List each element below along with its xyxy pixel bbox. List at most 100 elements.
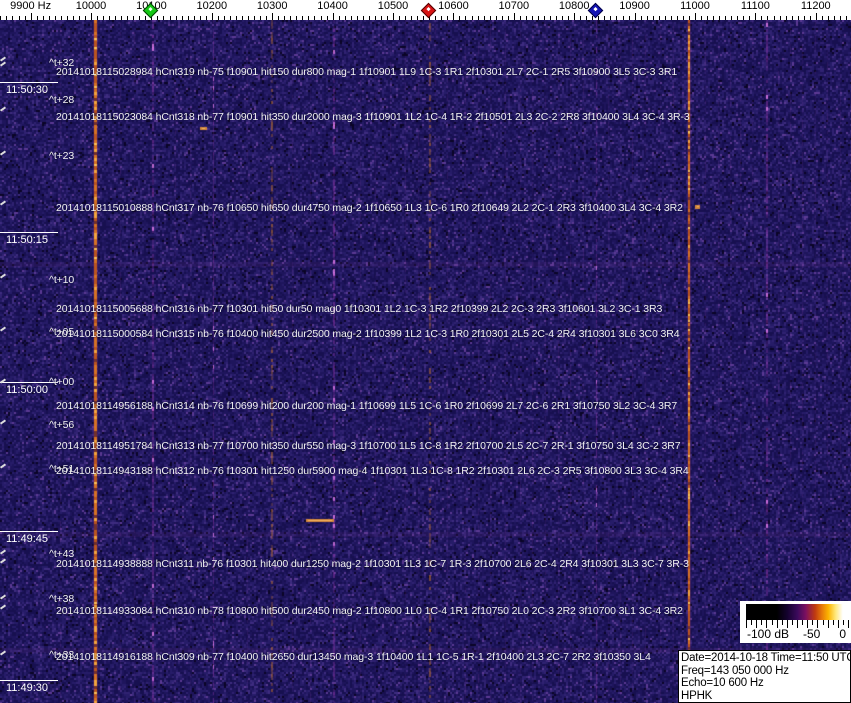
axis-tick [786, 16, 787, 20]
axis-tick [115, 16, 116, 20]
axis-tick [484, 16, 485, 20]
axis-tick [635, 13, 636, 20]
axis-tick [562, 16, 563, 20]
event-time-marker: ^t+10 [49, 274, 75, 286]
scale-label-max: 0 [839, 627, 846, 641]
axis-tick [840, 16, 841, 20]
axis-tick [170, 16, 171, 20]
axis-tick [780, 16, 781, 20]
axis-tick [73, 16, 74, 20]
axis-tick [375, 16, 376, 20]
axis-tick [12, 16, 13, 20]
axis-tick [49, 16, 50, 20]
axis-tick [176, 16, 177, 20]
axis-tick [568, 16, 569, 20]
axis-tick [351, 16, 352, 20]
axis-tick [31, 13, 32, 20]
axis-tick [387, 16, 388, 20]
axis-tick [514, 13, 515, 20]
scale-tick [822, 620, 824, 625]
axis-tick [774, 16, 775, 20]
axis-tick [369, 16, 370, 20]
axis-tick [37, 16, 38, 20]
axis-tick [224, 16, 225, 20]
scale-tick [791, 620, 793, 625]
axis-tick [363, 16, 364, 20]
axis-tick [810, 16, 811, 20]
axis-tick [465, 16, 466, 20]
axis-tick [441, 16, 442, 20]
event-time-marker: ^t+23 [49, 150, 75, 162]
axis-tick [327, 16, 328, 20]
axis-tick [85, 16, 86, 20]
axis-tick [0, 16, 1, 20]
axis-tick [701, 16, 702, 20]
info-echo: Echo=10 600 Hz [681, 677, 764, 690]
axis-tick [532, 16, 533, 20]
event-data-line: 20141018114933084 hCnt310 nb-78 f10800 h… [56, 605, 683, 617]
signal-level-scale: -100 dB -50 0 [740, 601, 851, 643]
axis-tick [163, 16, 164, 20]
axis-tick [321, 16, 322, 20]
axis-tick [828, 16, 829, 20]
axis-tick [490, 16, 491, 20]
axis-tick [121, 16, 122, 20]
axis-tick [145, 16, 146, 20]
axis-tick [182, 16, 183, 20]
axis-tick [447, 16, 448, 20]
axis-tick [411, 16, 412, 20]
axis-tick [308, 16, 309, 20]
scale-label-min: -100 dB [747, 627, 790, 641]
axis-tick [417, 16, 418, 20]
axis-tick [598, 16, 599, 20]
axis-tick [798, 16, 799, 20]
freq-label: 10400 [317, 0, 348, 12]
axis-tick [767, 16, 768, 20]
color-gradient-bar [746, 604, 849, 620]
axis-tick [284, 16, 285, 20]
axis-tick [689, 16, 690, 20]
blue-diamond-marker[interactable] [587, 2, 604, 19]
axis-tick [749, 16, 750, 20]
axis-tick [79, 16, 80, 20]
blue-diamond-marker-center [593, 6, 598, 12]
event-data-line: 20141018114956188 hCnt314 nb-76 f10699 h… [56, 400, 678, 412]
axis-tick [357, 16, 358, 20]
scale-tick [781, 620, 783, 625]
freq-label: 10600 [438, 0, 469, 12]
axis-tick [157, 16, 158, 20]
freq-label: 11100 [740, 0, 770, 12]
axis-tick [188, 16, 189, 20]
scale-tick [751, 620, 753, 625]
scale-tick [812, 620, 814, 625]
spectrogram-app-window: 9900 Hz100001010010200103001040010500106… [0, 0, 851, 703]
frequency-axis: 9900 Hz100001010010200103001040010500106… [0, 0, 851, 20]
time-label: 11:49:45 [0, 531, 58, 545]
freq-label: 10900 [619, 0, 650, 12]
axis-tick [478, 16, 479, 20]
freq-label: 10700 [498, 0, 530, 12]
axis-tick [502, 16, 503, 20]
axis-tick [393, 13, 394, 20]
event-data-line: 20141018115000584 hCnt315 nb-76 f10400 h… [56, 328, 680, 340]
axis-tick [272, 13, 273, 20]
axis-tick [19, 16, 20, 20]
axis-tick [266, 16, 267, 20]
scale-tick [842, 620, 844, 625]
axis-tick [194, 16, 195, 20]
axis-tick [127, 16, 128, 20]
freq-label: 10300 [256, 0, 288, 12]
axis-tick [25, 16, 26, 20]
axis-tick [822, 16, 823, 20]
axis-tick [556, 16, 557, 20]
axis-tick [538, 16, 539, 20]
axis-tick [314, 16, 315, 20]
axis-tick [743, 16, 744, 20]
scale-tick [761, 620, 763, 625]
axis-tick [405, 16, 406, 20]
scale-tick [832, 620, 834, 625]
axis-tick [713, 16, 714, 20]
axis-tick [737, 16, 738, 20]
axis-tick [290, 16, 291, 20]
axis-tick [435, 16, 436, 20]
